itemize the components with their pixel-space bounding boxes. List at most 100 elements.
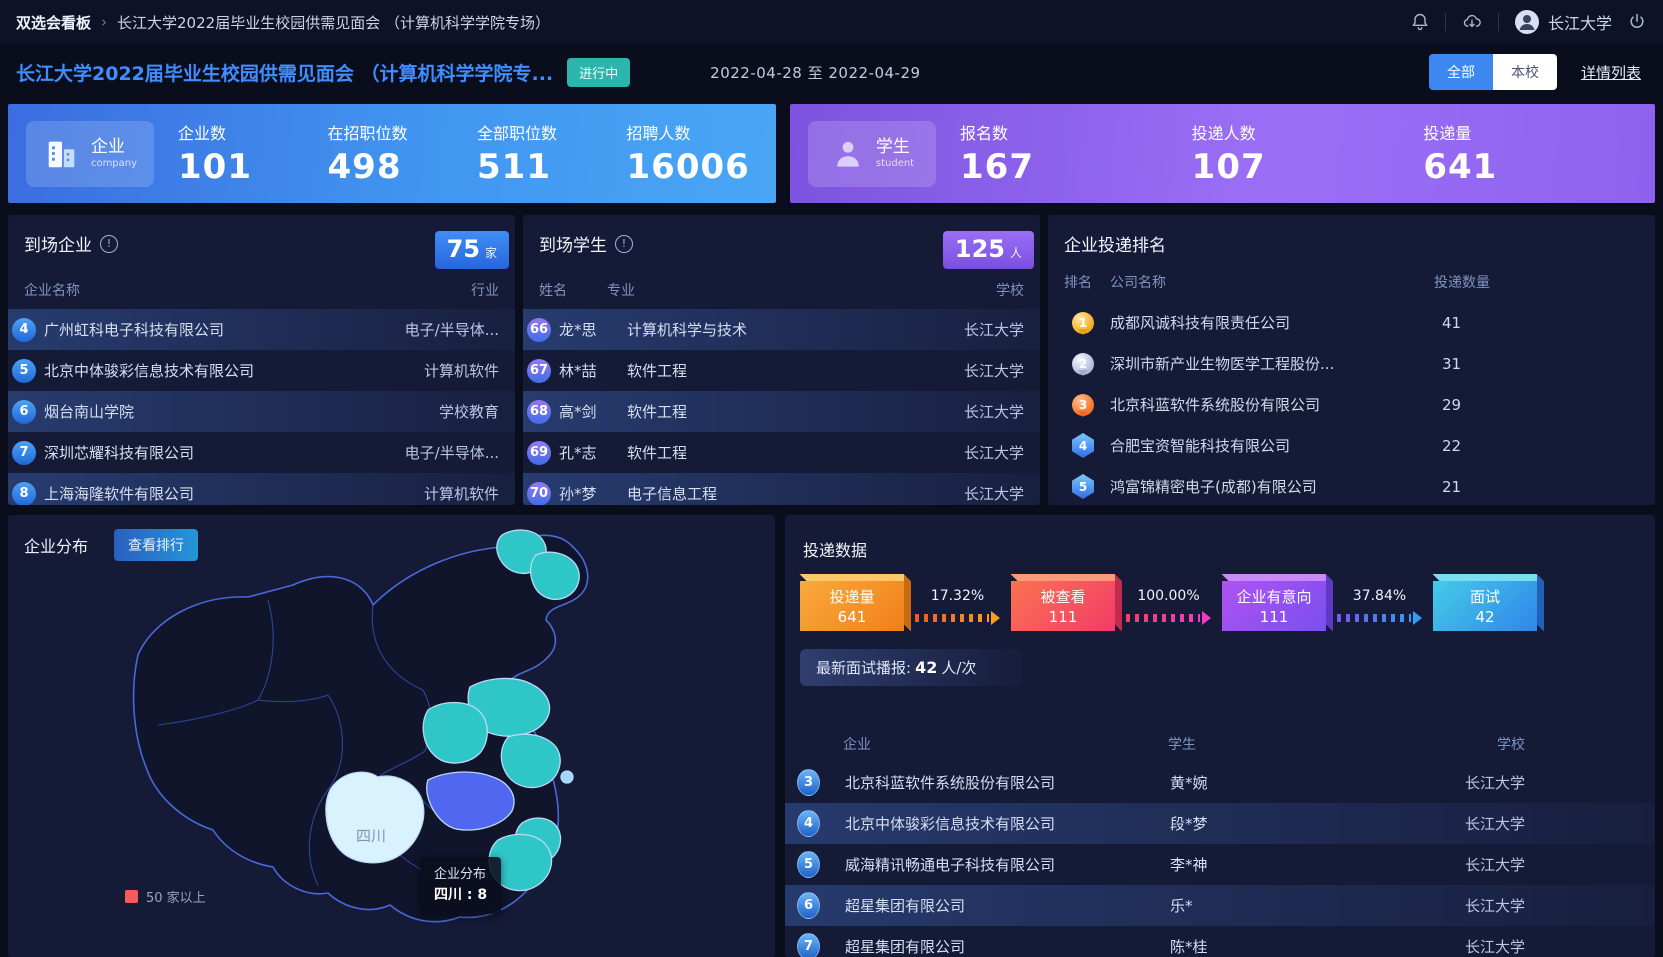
ranking-row: 2 深圳市新产业生物医学工程股份... 31 <box>1048 343 1655 384</box>
delivery-school: 长江大学 <box>1465 936 1525 957</box>
student-school: 长江大学 <box>964 401 1024 422</box>
student-school: 长江大学 <box>964 483 1024 504</box>
col-major: 专业 <box>607 280 996 300</box>
rank-medal-icon: 3 <box>1072 394 1094 416</box>
col-ranking-company: 公司名称 <box>1110 272 1434 292</box>
row-number-badge: 6 <box>12 400 36 424</box>
breadcrumb-root[interactable]: 双选会看板 <box>16 12 91 33</box>
funnel-value: 111 <box>1260 608 1289 626</box>
date-range: 2022-04-28 至 2022-04-29 <box>710 62 920 83</box>
stat-item: 投递量 641 <box>1423 120 1655 187</box>
stat-item: 全部职位数 511 <box>477 120 627 187</box>
student-rows: 66 龙*思 计算机科学与技术 长江大学 67 林*喆 软件工程 长江大学 68… <box>523 309 1040 505</box>
ranking-company-name: 合肥宝资智能科技有限公司 <box>1110 435 1434 456</box>
delivery-school: 长江大学 <box>1465 772 1525 793</box>
col-industry: 行业 <box>471 280 499 300</box>
row-number-badge: 70 <box>527 482 551 506</box>
toggle-all[interactable]: 全部 <box>1429 54 1493 90</box>
stat-value: 101 <box>178 147 328 187</box>
toggle-school[interactable]: 本校 <box>1493 54 1557 90</box>
stat-label: 招聘人数 <box>627 120 777 144</box>
student-row: 66 龙*思 计算机科学与技术 长江大学 <box>523 309 1040 350</box>
company-table-header: 企业名称 行业 <box>8 280 515 300</box>
arrived-students-panel: 到场学生 125 人 姓名 专业 学校 66 龙*思 计算机科学与技术 长江大学 <box>523 215 1040 505</box>
company-rows: 4 广州虹科电子科技有限公司 电子/半导体... 5 北京中体骏彩信息技术有限公… <box>8 309 515 505</box>
delivery-school: 长江大学 <box>1465 854 1525 875</box>
cloud-download-icon[interactable] <box>1461 12 1483 32</box>
power-icon[interactable] <box>1627 12 1647 32</box>
detail-list-link[interactable]: 详情列表 <box>1581 62 1641 83</box>
stat-value: 641 <box>1423 147 1655 187</box>
bell-icon[interactable] <box>1410 12 1430 32</box>
funnel-label: 企业有意向 <box>1236 586 1311 607</box>
student-table-header: 姓名 专业 学校 <box>523 280 1040 300</box>
col-delivery-company: 企业 <box>843 734 1168 754</box>
row-number-badge: 66 <box>527 318 551 342</box>
stat-item: 招聘人数 16006 <box>627 120 777 187</box>
funnel-stage-delivered: 投递量 641 <box>800 581 904 631</box>
row-number-badge: 68 <box>527 400 551 424</box>
funnel-rate-2: 100.00% <box>1115 588 1222 625</box>
ranking-row: 1 成都风诚科技有限责任公司 41 <box>1048 302 1655 343</box>
ranking-delivery-count: 21 <box>1434 478 1461 496</box>
company-row: 4 广州虹科电子科技有限公司 电子/半导体... <box>8 309 515 350</box>
dotted-arrow-icon <box>1337 611 1422 625</box>
arrived-companies-title: 到场企业 <box>24 231 92 256</box>
funnel-stage-viewed: 被查看 111 <box>1011 581 1115 631</box>
province-jiangsu <box>501 734 560 787</box>
stat-item: 报名数 167 <box>960 120 1192 187</box>
funnel-rate-1: 17.32% <box>904 588 1011 625</box>
delivery-student: 黄*婉 <box>1170 772 1465 793</box>
student-row: 70 孙*梦 电子信息工程 长江大学 <box>523 473 1040 505</box>
col-delivery-student: 学生 <box>1168 734 1497 754</box>
funnel-value: 42 <box>1475 608 1494 626</box>
tooltip-value: 四川 : 8 <box>434 885 487 906</box>
stat-value: 498 <box>328 147 478 187</box>
delivery-row: 6 超星集团有限公司 乐* 长江大学 <box>785 885 1655 926</box>
delivery-company: 北京中体骏彩信息技术有限公司 <box>845 813 1170 834</box>
row-number-badge: 7 <box>797 933 820 957</box>
page-title: 长江大学2022届毕业生校园供需见面会 （计算机科学学院专... <box>16 59 553 86</box>
ranking-delivery-count: 41 <box>1434 314 1461 332</box>
divider <box>1445 13 1446 31</box>
china-map[interactable]: 四川 <box>78 525 678 937</box>
company-name: 上海海隆软件有限公司 <box>44 483 424 504</box>
stats-row: 企业 company 企业数 101 在招职位数 498 全部职位数 511 <box>0 100 1663 203</box>
user-menu[interactable]: 长江大学 <box>1514 9 1612 35</box>
student-row: 67 林*喆 软件工程 长江大学 <box>523 350 1040 391</box>
info-icon[interactable] <box>100 235 118 253</box>
delivery-company: 超星集团有限公司 <box>845 895 1170 916</box>
ranking-company-name: 深圳市新产业生物医学工程股份... <box>1110 353 1434 374</box>
funnel-label: 投递量 <box>829 586 874 607</box>
company-row: 5 北京中体骏彩信息技术有限公司 计算机软件 <box>8 350 515 391</box>
funnel-stage-interested: 企业有意向 111 <box>1222 581 1326 631</box>
delivery-row: 5 威海精讯畅通电子科技有限公司 李*神 长江大学 <box>785 844 1655 885</box>
row-number-badge: 5 <box>12 359 36 383</box>
bottom-panels: 企业分布 查看排行 <box>0 505 1663 957</box>
student-row: 69 孔*志 软件工程 长江大学 <box>523 432 1040 473</box>
row-number-badge: 3 <box>797 769 820 796</box>
topbar-actions: 长江大学 <box>1410 9 1647 35</box>
stat-label: 投递量 <box>1423 120 1655 144</box>
company-row: 7 深圳芯耀科技有限公司 电子/半导体... <box>8 432 515 473</box>
ranking-delivery-count: 31 <box>1434 355 1461 373</box>
ranking-row: 5 鸿富锦精密电子(成都)有限公司 21 <box>1048 466 1655 505</box>
stat-label: 企业数 <box>178 120 328 144</box>
funnel-rate-value: 17.32% <box>931 588 984 604</box>
map-tooltip: 企业分布 四川 : 8 <box>420 857 501 914</box>
ranking-company-name: 鸿富锦精密电子(成都)有限公司 <box>1110 476 1434 497</box>
broadcast-label: 最新面试播报: <box>816 657 911 678</box>
stat-value: 16006 <box>627 147 777 187</box>
funnel-rate-value: 100.00% <box>1137 588 1199 604</box>
student-count-value: 125 <box>955 235 1005 263</box>
student-major: 软件工程 <box>627 401 964 422</box>
status-badge: 进行中 <box>567 58 630 87</box>
student-stats-card: 学生 student 报名数 167 投递人数 107 投递量 641 <box>790 104 1655 203</box>
ranking-row: 4 合肥宝资智能科技有限公司 22 <box>1048 425 1655 466</box>
col-delivery-count: 投递数量 <box>1434 272 1490 292</box>
student-name: 孙*梦 <box>559 483 627 504</box>
col-delivery-school: 学校 <box>1497 734 1525 754</box>
info-icon[interactable] <box>615 235 633 253</box>
row-number-badge: 5 <box>797 851 820 878</box>
ranking-title: 企业投递排名 <box>1064 231 1166 256</box>
